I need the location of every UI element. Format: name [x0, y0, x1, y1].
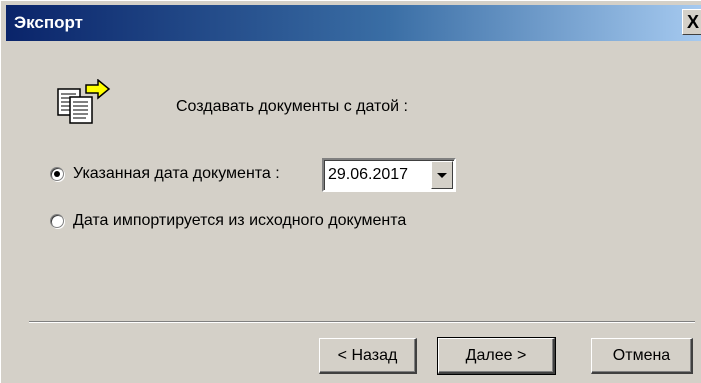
footer-separator	[29, 321, 695, 323]
export-dialog: Экспорт X Создавать документы с датой : …	[0, 0, 701, 383]
title-bar: Экспорт X	[6, 5, 701, 41]
radio-label-imported-date: Дата импортируется из исходного документ…	[73, 212, 407, 229]
radio-imported-date[interactable]: Дата импортируется из исходного документ…	[50, 212, 406, 230]
chevron-down-icon[interactable]	[431, 161, 453, 189]
radio-button-unchecked[interactable]	[50, 214, 64, 228]
radio-label-specified-date: Указанная дата документа :	[73, 165, 280, 182]
date-combobox[interactable]: 29.06.2017	[322, 158, 456, 192]
documents-export-icon	[57, 79, 111, 124]
radio-specified-date[interactable]: Указанная дата документа :	[50, 165, 280, 183]
window-title: Экспорт	[14, 13, 83, 32]
radio-button-checked[interactable]	[50, 167, 64, 181]
next-button[interactable]: Далее >	[437, 337, 556, 375]
cancel-button[interactable]: Отмена	[591, 338, 693, 374]
close-button[interactable]: X	[682, 9, 701, 35]
back-button[interactable]: < Назад	[319, 338, 417, 374]
date-value[interactable]: 29.06.2017	[328, 166, 408, 184]
caption-text: Создавать документы с датой :	[176, 98, 408, 115]
close-icon: X	[686, 12, 699, 32]
